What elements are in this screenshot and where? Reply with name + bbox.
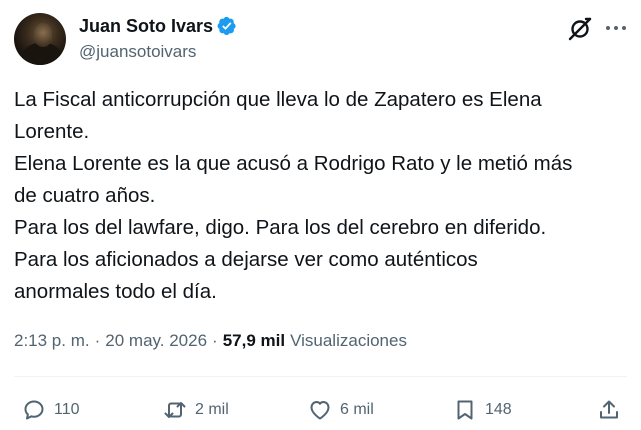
divider	[14, 376, 627, 377]
tweet-header: Juan Soto Ivars @juansotoivars	[14, 12, 627, 68]
views-label[interactable]: Visualizaciones	[290, 331, 407, 351]
bookmark-icon	[457, 400, 473, 420]
bookmark-button[interactable]: 148	[453, 392, 512, 428]
author-name[interactable]: Juan Soto Ivars	[79, 16, 213, 37]
share-button[interactable]	[597, 392, 621, 428]
repost-icon	[164, 402, 186, 418]
tweet-meta: 2:13 p. m. · 20 may. 2026 · 57,9 mil Vis…	[14, 328, 407, 354]
tweet-line: anormales todo el día.	[14, 280, 217, 303]
share-icon	[600, 400, 618, 419]
tweet-line: de cuatro años.	[14, 184, 156, 207]
action-bar: 110 2 mil 6 mil 148	[0, 392, 641, 428]
like-button[interactable]: 6 mil	[308, 392, 374, 428]
like-icon	[310, 401, 330, 420]
name-row: Juan Soto Ivars	[79, 14, 237, 38]
grok-icon[interactable]	[567, 16, 593, 42]
repost-count: 2 mil	[195, 401, 229, 418]
tweet-time[interactable]: 2:13 p. m.	[14, 331, 90, 351]
author-names: Juan Soto Ivars @juansotoivars	[79, 14, 237, 62]
reply-button[interactable]: 110	[22, 392, 80, 428]
reply-count: 110	[54, 401, 80, 418]
tweet-line: Para los aficionados a dejarse ver como …	[14, 248, 478, 271]
tweet-line: Elena Lorente es la que acusó a Rodrigo …	[14, 152, 573, 175]
more-icon[interactable]	[605, 20, 627, 36]
tweet-line: Lorente.	[14, 120, 90, 143]
meta-separator: ·	[94, 331, 101, 350]
meta-separator: ·	[212, 331, 218, 350]
tweet-text: La Fiscal anticorrupción que lleva lo de…	[14, 84, 624, 308]
tweet-date[interactable]: 20 may. 2026	[105, 331, 207, 351]
avatar[interactable]	[14, 13, 66, 65]
author-handle[interactable]: @juansotoivars	[79, 42, 237, 62]
reply-icon	[24, 400, 44, 420]
verified-badge-icon	[217, 16, 236, 36]
views-count: 57,9 mil	[222, 331, 286, 350]
bookmark-count: 148	[485, 401, 512, 418]
avatar-face	[34, 23, 52, 47]
like-count: 6 mil	[340, 401, 374, 418]
tweet-line: La Fiscal anticorrupción que lleva lo de…	[14, 88, 542, 111]
repost-button[interactable]: 2 mil	[163, 392, 229, 428]
tweet-line: Para los del lawfare, digo. Para los del…	[14, 216, 547, 239]
